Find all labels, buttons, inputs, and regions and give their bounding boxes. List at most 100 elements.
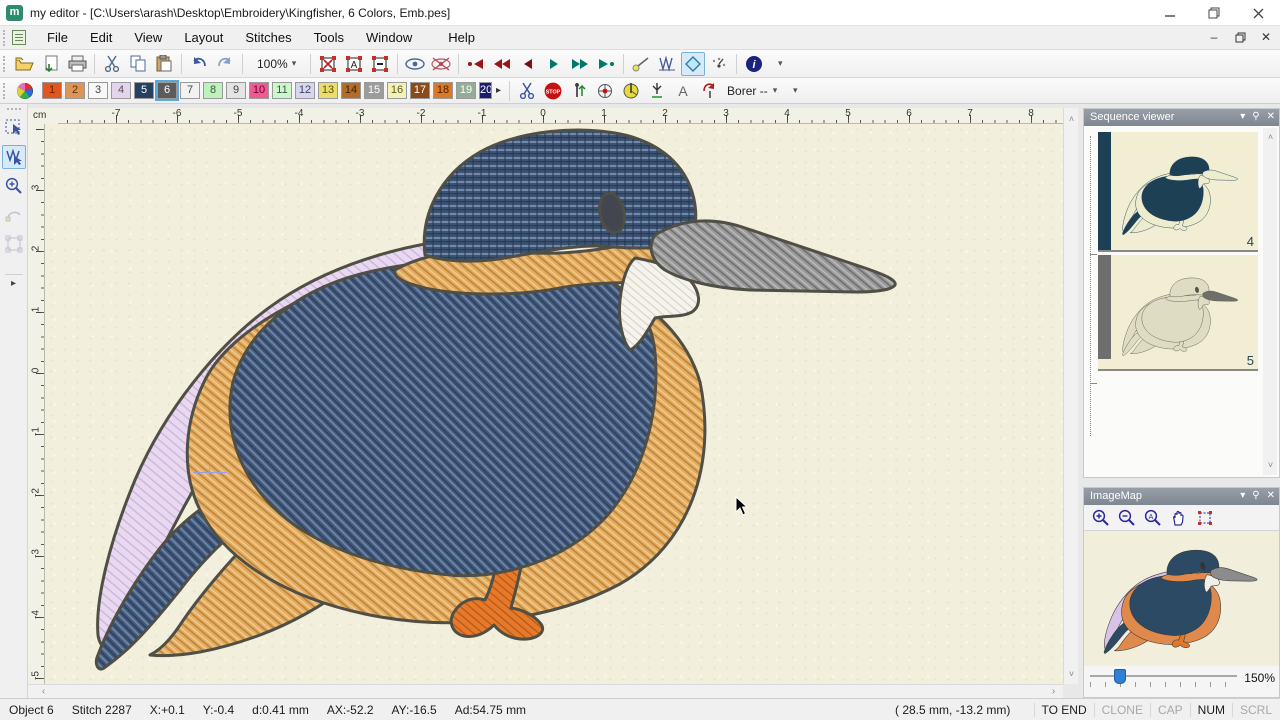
- thread-color-9[interactable]: 9: [226, 82, 246, 99]
- palette-more-arrow[interactable]: ▸: [496, 85, 501, 96]
- select-tool-button[interactable]: [2, 116, 26, 140]
- palette-grip[interactable]: [3, 83, 8, 99]
- paste-button[interactable]: [152, 52, 176, 76]
- menu-view[interactable]: View: [123, 27, 173, 48]
- pin-icon[interactable]: ⚲: [1252, 490, 1259, 501]
- stitch-select-tool-button[interactable]: [2, 145, 26, 169]
- thread-color-14[interactable]: 14: [341, 82, 361, 99]
- slider-thumb[interactable]: [1114, 669, 1126, 684]
- canvas-vertical-scrollbar[interactable]: ˄ ˅: [1063, 108, 1078, 684]
- zoom-actual-icon[interactable]: A: [1144, 509, 1162, 527]
- back-one-button[interactable]: [516, 52, 540, 76]
- zoom-tool-button[interactable]: [2, 174, 26, 198]
- panel-menu-icon[interactable]: ▾: [1240, 111, 1245, 122]
- thread-color-19[interactable]: 19: [456, 82, 476, 99]
- menu-layout[interactable]: Layout: [173, 27, 234, 48]
- scroll-up-arrow[interactable]: ˄: [1064, 112, 1079, 127]
- mode-num[interactable]: NUM: [1190, 703, 1232, 717]
- minimize-button[interactable]: [1148, 0, 1192, 26]
- toolbar-overflow-button[interactable]: ▾: [768, 52, 792, 76]
- shape-view-button[interactable]: [681, 52, 705, 76]
- mdi-restore-button[interactable]: [1230, 28, 1250, 46]
- sequence-viewer-titlebar[interactable]: Sequence viewer ▾ ⚲ ✕: [1084, 109, 1279, 126]
- stop-button[interactable]: STOP: [541, 79, 565, 103]
- stitch-density-button[interactable]: [655, 52, 679, 76]
- thread-color-6[interactable]: 6: [157, 82, 177, 99]
- sequence-item-4[interactable]: 4: [1098, 132, 1258, 252]
- toolbar-grip[interactable]: [3, 56, 8, 72]
- menu-window[interactable]: Window: [355, 27, 423, 48]
- menu-file[interactable]: File: [36, 27, 79, 48]
- scroll-left-arrow[interactable]: ‹: [36, 685, 51, 699]
- menubar-grip[interactable]: [3, 30, 8, 46]
- thread-color-18[interactable]: 18: [433, 82, 453, 99]
- mode-clone[interactable]: CLONE: [1094, 703, 1150, 717]
- thread-color-1[interactable]: 1: [42, 82, 62, 99]
- mode-cap[interactable]: CAP: [1150, 703, 1190, 717]
- pan-hand-icon[interactable]: [1170, 509, 1188, 527]
- lettering-button[interactable]: A: [671, 79, 695, 103]
- save-export-button[interactable]: [39, 52, 63, 76]
- info-button[interactable]: i: [742, 52, 766, 76]
- redo-button[interactable]: [213, 52, 237, 76]
- sequence-item-5[interactable]: 5: [1098, 255, 1258, 371]
- close-icon[interactable]: ✕: [1267, 111, 1275, 122]
- close-icon[interactable]: ✕: [1267, 490, 1275, 501]
- thread-color-17[interactable]: 17: [410, 82, 430, 99]
- thread-color-10[interactable]: 10: [249, 82, 269, 99]
- zoom-in-icon[interactable]: [1092, 509, 1110, 527]
- cut-button[interactable]: [100, 52, 124, 76]
- menu-edit[interactable]: Edit: [79, 27, 123, 48]
- lefttools-grip[interactable]: [7, 108, 21, 110]
- zoom-out-icon[interactable]: [1118, 509, 1136, 527]
- zoom-level-dropdown[interactable]: 100%▾: [251, 55, 302, 73]
- go-start-button[interactable]: [464, 52, 488, 76]
- mdi-close-button[interactable]: ✕: [1256, 28, 1276, 46]
- open-file-button[interactable]: [13, 52, 37, 76]
- palette-overflow-button[interactable]: ▾: [783, 79, 807, 103]
- hide-stitches-eye-button[interactable]: [429, 52, 453, 76]
- slider-track[interactable]: [1090, 675, 1237, 677]
- go-end-button[interactable]: [594, 52, 618, 76]
- scroll-right-arrow[interactable]: ›: [1046, 685, 1061, 699]
- menu-tools[interactable]: Tools: [303, 27, 355, 48]
- imagemap-titlebar[interactable]: ImageMap ▾ ⚲ ✕: [1084, 488, 1279, 505]
- needle-up-button[interactable]: [567, 79, 591, 103]
- thread-color-11[interactable]: 11: [272, 82, 292, 99]
- copy-button[interactable]: [126, 52, 150, 76]
- mdi-minimize-button[interactable]: –: [1204, 28, 1224, 46]
- thread-color-15[interactable]: 15: [364, 82, 384, 99]
- show-stitches-eye-button[interactable]: [403, 52, 427, 76]
- print-button[interactable]: [65, 52, 89, 76]
- thread-color-2[interactable]: 2: [65, 82, 85, 99]
- thread-color-12[interactable]: 12: [295, 82, 315, 99]
- imagemap-preview[interactable]: [1084, 531, 1279, 666]
- thread-color-13[interactable]: 13: [318, 82, 338, 99]
- hoop-a-button[interactable]: A: [342, 52, 366, 76]
- thread-color-7[interactable]: 7: [180, 82, 200, 99]
- needle-down-button[interactable]: [645, 79, 669, 103]
- close-button[interactable]: [1236, 0, 1280, 26]
- back-fast-button[interactable]: [490, 52, 514, 76]
- hoop-x-button[interactable]: [316, 52, 340, 76]
- undo-button[interactable]: [187, 52, 211, 76]
- fit-selection-icon[interactable]: [1196, 509, 1214, 527]
- color-wheel-icon[interactable]: [13, 79, 37, 103]
- thread-color-16[interactable]: 16: [387, 82, 407, 99]
- panel-menu-icon[interactable]: ▾: [1240, 490, 1245, 501]
- mode-to-end[interactable]: TO END: [1034, 703, 1094, 717]
- mode-scrl[interactable]: SCRL: [1232, 703, 1279, 717]
- transform-tool-button[interactable]: [2, 232, 26, 256]
- thread-color-8[interactable]: 8: [203, 82, 223, 99]
- thread-color-5[interactable]: 5: [134, 82, 154, 99]
- simulate-button[interactable]: [707, 52, 731, 76]
- thread-color-20[interactable]: 20: [479, 82, 492, 99]
- scroll-down-arrow[interactable]: ˅: [1263, 458, 1278, 473]
- restore-button[interactable]: [1192, 0, 1236, 26]
- lefttools-expand-button[interactable]: ▸: [5, 274, 23, 289]
- thread-color-3[interactable]: 3: [88, 82, 108, 99]
- pin-icon[interactable]: ⚲: [1252, 111, 1259, 122]
- thread-color-4[interactable]: 4: [111, 82, 131, 99]
- canvas-horizontal-scrollbar[interactable]: ‹ ›: [28, 684, 1063, 698]
- scroll-up-arrow[interactable]: ˄: [1263, 130, 1278, 145]
